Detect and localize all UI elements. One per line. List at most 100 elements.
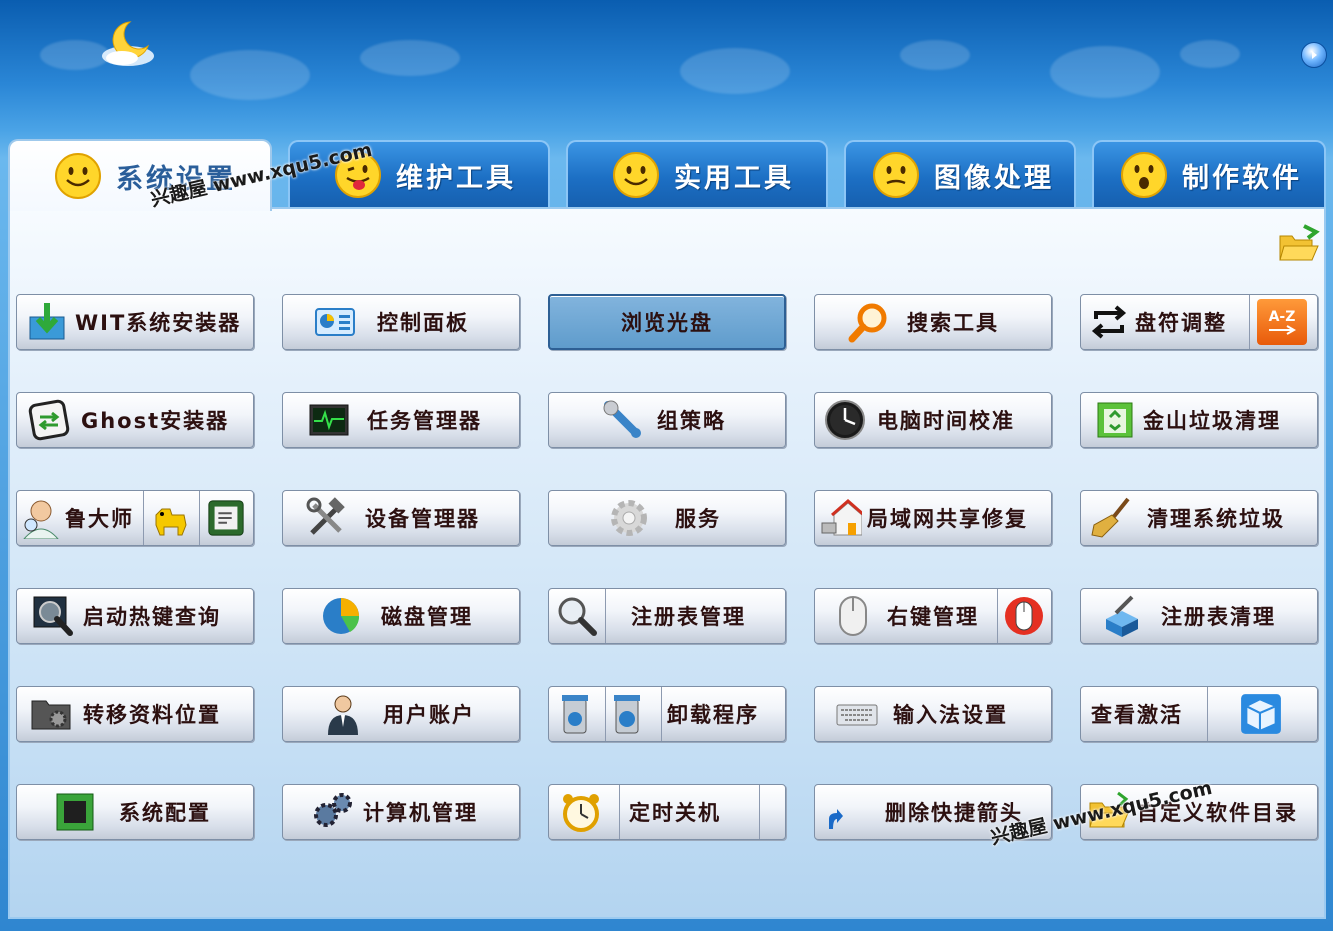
- computer-manage-button[interactable]: 计算机管理: [282, 784, 520, 840]
- az-label: A-Z: [1268, 309, 1296, 325]
- scheduled-shutdown-button[interactable]: 定时关机: [548, 784, 786, 840]
- refresh-arrows-icon: [1087, 300, 1131, 344]
- cloud-decoration: [900, 40, 970, 70]
- wit-installer-button[interactable]: WIT系统安装器: [16, 294, 254, 350]
- cloud-decoration: [1180, 40, 1240, 68]
- network-house-icon: [819, 496, 863, 540]
- recycle-r-icon: [605, 692, 649, 736]
- tab-image-processing[interactable]: 图像处理: [844, 140, 1076, 208]
- button-label: 磁盘管理: [381, 605, 473, 629]
- activation-button[interactable]: 查看激活: [1080, 686, 1318, 742]
- tab-make-software[interactable]: 制作软件: [1092, 140, 1326, 208]
- segment-divider: [605, 687, 606, 741]
- chip-monitor-icon[interactable]: [201, 495, 251, 541]
- registry-manager-button[interactable]: 注册表管理: [548, 588, 786, 644]
- open-folder-icon[interactable]: [1276, 222, 1320, 266]
- device-manager-button[interactable]: 设备管理器: [282, 490, 520, 546]
- button-label: 浏览光盘: [621, 311, 713, 335]
- button-label: 计算机管理: [363, 801, 478, 825]
- gear-icon: [607, 496, 651, 540]
- clock-icon: [823, 398, 867, 442]
- segment-divider: [1249, 295, 1250, 349]
- tools-hammer-wrench-icon: [305, 496, 349, 540]
- registry-clean-button[interactable]: 注册表清理: [1080, 588, 1318, 644]
- user-account-button[interactable]: 用户账户: [282, 686, 520, 742]
- button-label: 右键管理: [887, 605, 979, 629]
- uninstall-button[interactable]: 卸载程序: [548, 686, 786, 742]
- recycle-bin-icon: [1093, 398, 1137, 442]
- button-label: 卸载程序: [667, 703, 759, 727]
- tab-label: 实用工具: [674, 162, 794, 194]
- control-panel-button[interactable]: 控制面板: [282, 294, 520, 350]
- right-click-manager-button[interactable]: 右键管理: [814, 588, 1052, 644]
- disk-manager-button[interactable]: 磁盘管理: [282, 588, 520, 644]
- button-label: 搜索工具: [907, 311, 999, 335]
- button-label: 转移资料位置: [83, 703, 221, 727]
- doctor-avatar-icon: [19, 496, 63, 540]
- search-magnifier-icon: [555, 594, 599, 638]
- ghost-installer-button[interactable]: Ghost安装器: [16, 392, 254, 448]
- tab-label: 制作软件: [1182, 162, 1302, 194]
- move-data-button[interactable]: 转移资料位置: [16, 686, 254, 742]
- segment-divider: [759, 785, 760, 839]
- browse-disc-button[interactable]: 浏览光盘: [548, 294, 786, 350]
- drive-letter-button[interactable]: 盘符调整 A-Z: [1080, 294, 1318, 350]
- segment-divider: [661, 687, 662, 741]
- az-sort-icon[interactable]: A-Z: [1257, 299, 1307, 345]
- dog-icon[interactable]: [145, 495, 197, 541]
- group-policy-button[interactable]: 组策略: [548, 392, 786, 448]
- button-label: 盘符调整: [1135, 311, 1227, 335]
- lan-share-repair-button[interactable]: 局域网共享修复: [814, 490, 1052, 546]
- button-label: 注册表清理: [1161, 605, 1276, 629]
- task-manager-button[interactable]: 任务管理器: [282, 392, 520, 448]
- button-label: 服务: [675, 507, 721, 531]
- button-label: 局域网共享修复: [867, 507, 1028, 531]
- cpu-chip-icon: [53, 790, 97, 834]
- time-sync-button[interactable]: 电脑时间校准: [814, 392, 1052, 448]
- cloud-decoration: [360, 40, 460, 76]
- search-tool-button[interactable]: 搜索工具: [814, 294, 1052, 350]
- windows-cube-icon[interactable]: [1231, 691, 1291, 737]
- segment-divider: [997, 589, 998, 643]
- moon-logo-icon: [102, 21, 154, 66]
- mouse-red-icon[interactable]: [999, 593, 1049, 639]
- smiley-confused-icon: [873, 152, 919, 198]
- button-label: 鲁大师: [65, 507, 134, 531]
- broom-icon: [1089, 496, 1133, 540]
- cloud-decoration: [1050, 46, 1160, 98]
- clean-junk-button[interactable]: 清理系统垃圾: [1080, 490, 1318, 546]
- pie-chart-icon: [319, 594, 363, 638]
- button-label: 清理系统垃圾: [1147, 507, 1285, 531]
- button-label: 用户账户: [383, 703, 475, 727]
- kingsoft-clean-button[interactable]: 金山垃圾清理: [1080, 392, 1318, 448]
- ludashi-button[interactable]: 鲁大师: [16, 490, 254, 546]
- user-person-icon: [321, 692, 365, 736]
- button-label: 电脑时间校准: [877, 409, 1015, 433]
- task-monitor-icon: [307, 398, 351, 442]
- tab-label: 维护工具: [396, 162, 516, 194]
- ime-settings-button[interactable]: 输入法设置: [814, 686, 1052, 742]
- keyboard-icon: [835, 692, 879, 736]
- segment-divider: [143, 491, 144, 545]
- registry-cube-wrench-icon: [1101, 594, 1145, 638]
- smiley-surprised-icon: [1121, 152, 1167, 198]
- segment-divider: [605, 589, 606, 643]
- button-label: 查看激活: [1091, 703, 1183, 727]
- magnifier-screen-icon: [31, 594, 75, 638]
- alarm-clock-icon: [559, 790, 603, 834]
- system-config-button[interactable]: 系统配置: [16, 784, 254, 840]
- segment-divider: [1207, 687, 1208, 741]
- tab-utility-tools[interactable]: 实用工具: [566, 140, 828, 208]
- smiley-happy-icon: [55, 153, 101, 199]
- mouse-icon: [831, 594, 875, 638]
- control-panel-icon: [313, 300, 357, 344]
- cloud-decoration: [190, 50, 310, 100]
- button-label: 启动热键查询: [83, 605, 221, 629]
- hotkey-query-button[interactable]: 启动热键查询: [16, 588, 254, 644]
- expand-arrow-button[interactable]: [1301, 42, 1327, 68]
- trash-can-icon: [553, 692, 597, 736]
- smiley-happy-icon: [613, 152, 659, 198]
- segment-divider: [199, 491, 200, 545]
- services-button[interactable]: 服务: [548, 490, 786, 546]
- button-label: Ghost安装器: [81, 409, 230, 433]
